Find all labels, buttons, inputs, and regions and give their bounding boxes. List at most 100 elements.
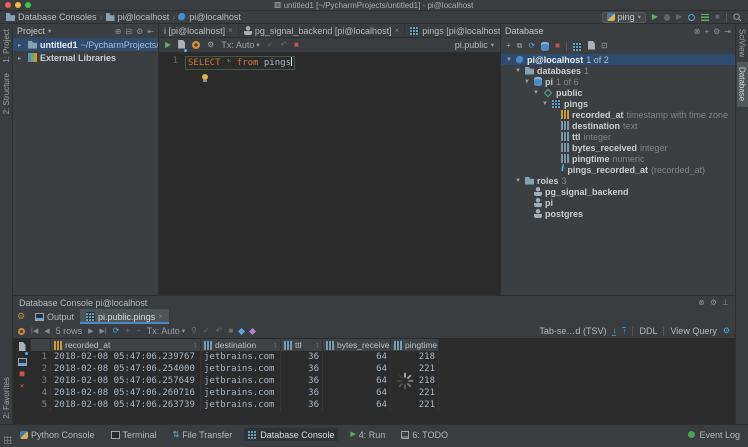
tool-button-database[interactable]: Database (737, 62, 748, 106)
reload-icon[interactable]: ⟳ (113, 327, 120, 335)
console-output-icon[interactable]: ⊡ (601, 42, 608, 50)
tool-button-favorites[interactable]: 2: Favorites (1, 372, 12, 424)
project-tree-item[interactable]: ▸untitled1~/PycharmProjects/untitled1 (13, 38, 158, 51)
table-row[interactable]: 12018-02-08 05:47:06.239767jetbrains.com… (31, 351, 439, 363)
extractor-format-label[interactable]: Tab-se…d (TSV) (539, 326, 606, 336)
table-cell[interactable]: 36 (281, 351, 323, 363)
last-page-button[interactable]: ▶| (100, 327, 107, 335)
hide-panel-icon[interactable]: ⇤ (147, 27, 154, 36)
run-button[interactable]: ▶ (652, 13, 658, 21)
database-tree-item[interactable]: postgres (501, 208, 735, 219)
table-cell[interactable]: 64 (323, 363, 391, 375)
ddl-button[interactable]: DDL (639, 326, 657, 336)
column-header[interactable]: recorded_at↕ (51, 339, 201, 351)
table-row[interactable]: 52018-02-08 05:47:06.263739jetbrains.com… (31, 399, 439, 411)
database-tree-item[interactable]: ▼databases1 (501, 65, 735, 76)
close-window-button[interactable] (5, 2, 11, 8)
table-cell[interactable]: 36 (281, 375, 323, 387)
table-cell[interactable]: 221 (391, 399, 439, 411)
database-tree-item[interactable]: destinationtext (501, 120, 735, 131)
view-query-button[interactable]: View Query (670, 326, 716, 336)
tx-mode-select[interactable]: Tx: Auto ▾ (221, 40, 259, 50)
execute-button[interactable]: ▶ (165, 41, 171, 49)
stop-icon[interactable]: ■ (20, 370, 25, 378)
rollback-icon[interactable]: ↶ (216, 327, 223, 335)
project-tree-item[interactable]: ▸External Libraries (13, 51, 158, 64)
commit-icon[interactable]: ✓ (267, 41, 274, 49)
column-header[interactable]: ttl↕ (281, 339, 323, 351)
delete-row-button[interactable]: − (136, 327, 141, 335)
commit-icon[interactable]: ✓ (203, 327, 210, 335)
column-header[interactable]: destination↕ (201, 339, 281, 351)
breadcrumb-item[interactable]: pi@localhost (178, 12, 241, 22)
compare-icon[interactable]: ⚲ (191, 327, 197, 335)
first-page-button[interactable]: |◀ (31, 327, 38, 335)
console-history-icon[interactable] (192, 41, 200, 49)
table-cell[interactable]: 2018-02-08 05:47:06.263739 (51, 399, 201, 411)
add-datasource-icon[interactable]: + (506, 42, 511, 50)
rollback-icon[interactable]: ↶ (280, 41, 287, 49)
settings-icon[interactable]: ⚙ (710, 298, 717, 307)
table-view-icon[interactable] (573, 42, 582, 51)
table-cell[interactable]: jetbrains.com (201, 375, 281, 387)
database-tree-item[interactable]: ▼pi@localhost1 of 2 (501, 54, 735, 65)
chevron-down-icon[interactable]: ▾ (48, 27, 51, 35)
open-in-editor-icon[interactable] (19, 342, 26, 354)
editor-tab[interactable]: pg_signal_backend [pi@localhost] × (239, 24, 405, 37)
tool-window-switcher-icon[interactable] (4, 436, 12, 444)
locate-icon[interactable]: + (704, 27, 709, 36)
table-cell[interactable]: 2018-02-08 05:47:06.257649 (51, 375, 201, 387)
table-cell[interactable]: 64 (323, 387, 391, 399)
table-row[interactable]: 22018-02-08 05:47:06.254000jetbrains.com… (31, 363, 439, 375)
dock-icon[interactable]: ⊥ (722, 298, 729, 307)
datasource-properties-icon[interactable] (541, 42, 549, 51)
table-cell[interactable]: jetbrains.com (201, 363, 281, 375)
table-cell[interactable]: 64 (323, 351, 391, 363)
column-header[interactable]: pingtime↕ (391, 339, 439, 351)
duplicate-icon[interactable]: ⧉ (517, 42, 523, 50)
editor-tab[interactable]: pings [pi@localhost] × (405, 24, 500, 37)
statusbar-item[interactable]: 6: TODO (397, 428, 452, 441)
tool-button-sciview[interactable]: SciView (737, 24, 748, 62)
breadcrumb-item[interactable]: Database Consoles (6, 12, 97, 22)
database-tree-item[interactable]: ▼public (501, 87, 735, 98)
close-result-icon[interactable]: ✕ (20, 382, 25, 390)
search-icon[interactable] (733, 13, 742, 22)
debug-button[interactable] (664, 14, 670, 21)
next-page-button[interactable]: ▶ (88, 327, 93, 335)
table-cell[interactable]: 36 (281, 387, 323, 399)
schema-switcher[interactable]: pi.public ▾ (455, 40, 494, 50)
database-tree-item[interactable]: ▼roles3 (501, 175, 735, 186)
pin-icon[interactable] (249, 327, 256, 334)
database-tree-item[interactable]: pingtimenumeric (501, 153, 735, 164)
database-tree-item[interactable]: pg_signal_backend (501, 186, 735, 197)
table-cell[interactable]: 36 (281, 363, 323, 375)
locate-icon[interactable]: ⊕ (115, 27, 122, 36)
statusbar-item[interactable]: ▶4: Run (346, 428, 389, 441)
table-cell[interactable]: jetbrains.com (201, 399, 281, 411)
settings-plug-icon[interactable]: ⚙ (207, 41, 214, 49)
database-tree-item[interactable]: ▼pi1 of 6 (501, 76, 735, 87)
stop-icon[interactable]: ■ (555, 42, 560, 50)
column-header[interactable]: bytes_received↕ (323, 339, 391, 351)
tool-button-structure[interactable]: 2: Structure (1, 68, 12, 119)
zoom-window-button[interactable] (25, 2, 31, 8)
table-cell[interactable]: 64 (323, 375, 391, 387)
hide-panel-icon[interactable]: ⇥ (724, 27, 731, 36)
statusbar-item[interactable]: Database Console (244, 428, 338, 441)
table-row[interactable]: 32018-02-08 05:47:06.257649jetbrains.com… (31, 375, 439, 387)
stop-query-button[interactable]: ■ (294, 41, 299, 49)
stop-button[interactable]: ■ (715, 13, 720, 21)
console-tab[interactable]: Output (29, 309, 80, 324)
table-cell[interactable]: 218 (391, 351, 439, 363)
run-config-select[interactable]: ping ▾ (602, 12, 646, 23)
database-tree-item[interactable]: bytes_receivedinteger (501, 142, 735, 153)
console-tab[interactable]: pi.public.pings × (80, 309, 169, 324)
statusbar-item[interactable]: Python Console (16, 428, 99, 441)
database-tree-item[interactable]: recorded_attimestamp with time zone (501, 109, 735, 120)
code-area[interactable]: SELECT * from pings (185, 53, 295, 295)
table-cell[interactable]: 64 (323, 399, 391, 411)
close-icon[interactable]: ⊗ (694, 27, 701, 36)
add-row-button[interactable]: + (125, 327, 130, 335)
sync-icon[interactable]: ⟳ (528, 42, 535, 50)
